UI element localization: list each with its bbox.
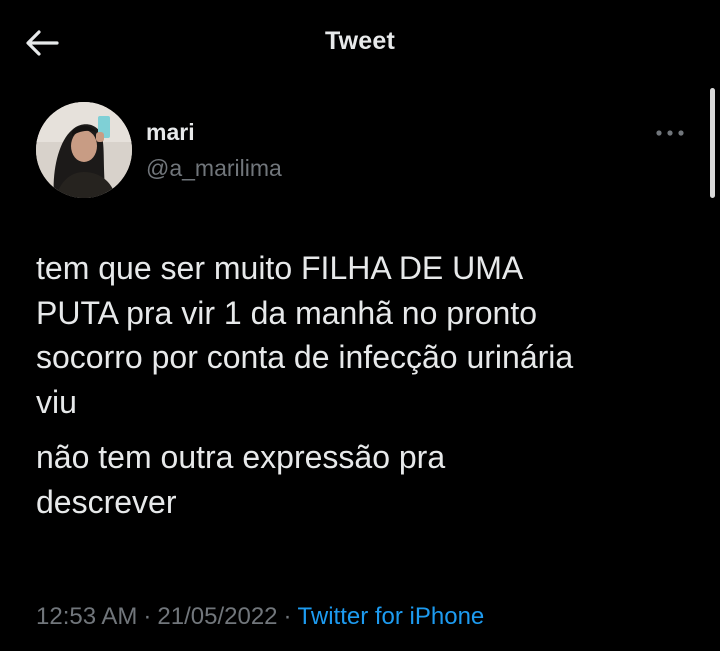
author-name[interactable]: mari — [146, 119, 195, 146]
tweet-line: PUTA pra vir 1 da manhã no pronto — [36, 294, 538, 331]
tweet-time: 12:53 AM — [36, 603, 138, 630]
top-bar: Tweet — [0, 0, 720, 86]
tweet-source-link[interactable]: Twitter for iPhone — [298, 603, 485, 630]
avatar[interactable] — [36, 102, 132, 198]
tweet-line: não tem outra expressão pra — [36, 439, 446, 475]
scrollbar-thumb[interactable] — [710, 88, 715, 198]
author-handle[interactable]: @a_marilima — [146, 155, 282, 182]
more-horizontal-icon — [656, 130, 684, 136]
tweet-text: tem que ser muito FILHA DE UMA PUTA pra … — [36, 246, 696, 535]
page-title: Tweet — [325, 27, 395, 55]
meta-separator: · — [143, 603, 152, 630]
tweet-paragraph-2: não tem outra expressão pra descrever — [36, 435, 696, 524]
tweet-line: tem que ser muito FILHA DE UMA — [36, 250, 524, 286]
tweet-paragraph-1: tem que ser muito FILHA DE UMA PUTA pra … — [36, 246, 696, 424]
meta-separator: · — [283, 603, 292, 630]
tweet-line: descrever — [36, 483, 177, 520]
avatar-photo — [36, 102, 132, 198]
tweet-date: 21/05/2022 — [157, 603, 278, 630]
more-options-button[interactable] — [650, 118, 690, 148]
tweet-line: socorro por conta de infecção urinária — [36, 339, 574, 375]
tweet-line: viu — [36, 383, 77, 420]
tweet-screen: Tweet mari @a_marilima tem que ser muito… — [0, 0, 720, 651]
tweet-metadata: 12:53 AM · 21/05/2022 · Twitter for iPhone — [36, 603, 484, 631]
